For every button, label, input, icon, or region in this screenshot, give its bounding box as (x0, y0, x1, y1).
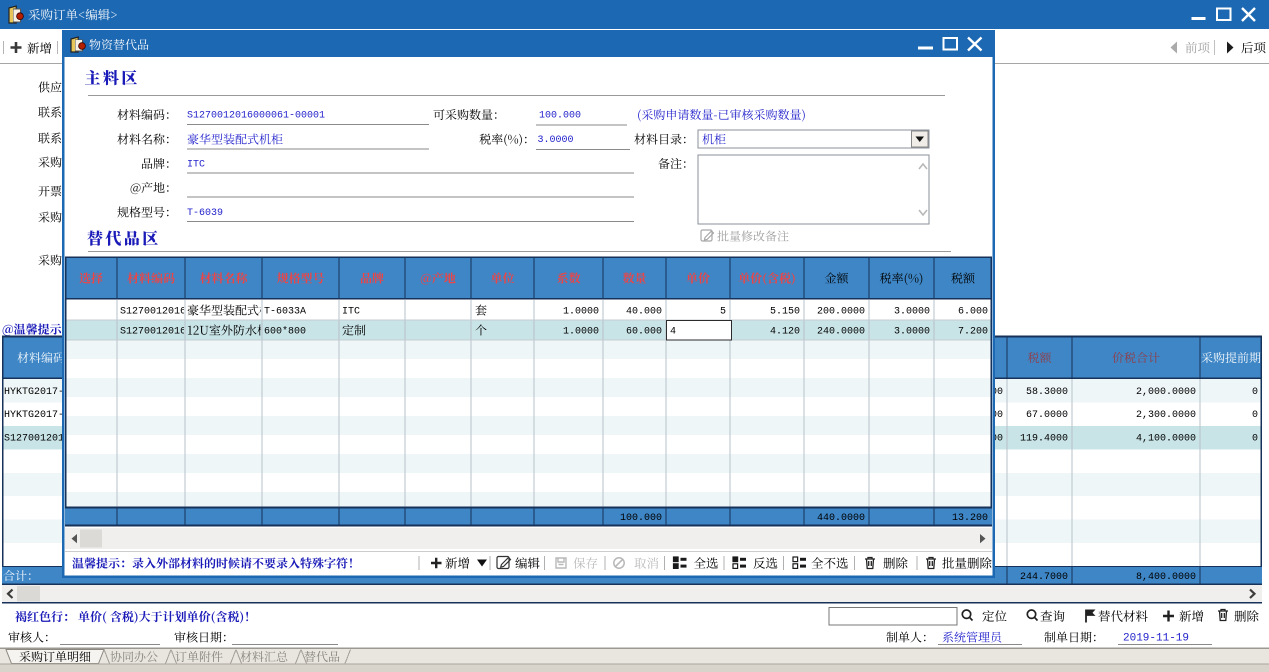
svg-text:244.7000: 244.7000 (1020, 572, 1068, 583)
svg-text:5.150: 5.150 (770, 307, 800, 318)
svg-text:58.3000: 58.3000 (1026, 387, 1068, 398)
svg-text:100.000: 100.000 (620, 513, 662, 524)
svg-text:5: 5 (720, 307, 726, 318)
svg-text:4,100.0000: 4,100.0000 (1136, 434, 1196, 445)
svg-text:6.000: 6.000 (958, 307, 988, 318)
svg-text:0: 0 (1252, 410, 1258, 421)
svg-text:3.0000: 3.0000 (894, 307, 930, 318)
svg-text:0: 0 (1252, 434, 1258, 445)
svg-text:119.4000: 119.4000 (1020, 434, 1068, 445)
svg-text:100.000: 100.000 (539, 111, 581, 122)
svg-text:1.0000: 1.0000 (563, 327, 599, 338)
svg-text:0: 0 (1252, 387, 1258, 398)
svg-text:13.200: 13.200 (952, 513, 988, 524)
svg-text:T-6039: T-6039 (187, 208, 223, 219)
svg-text:1.0000: 1.0000 (563, 307, 599, 318)
svg-text:3.0000: 3.0000 (894, 327, 930, 338)
svg-text:2019-11-19: 2019-11-19 (1123, 632, 1189, 644)
svg-text:2,300.0000: 2,300.0000 (1136, 410, 1196, 421)
svg-text:200.0000: 200.0000 (817, 307, 865, 318)
svg-text:ITC: ITC (187, 160, 205, 171)
svg-text:67.0000: 67.0000 (1026, 410, 1068, 421)
svg-text:440.0000: 440.0000 (817, 513, 865, 524)
svg-text:7.200: 7.200 (958, 327, 988, 338)
svg-text:240.0000: 240.0000 (817, 327, 865, 338)
svg-text:2,000.0000: 2,000.0000 (1136, 387, 1196, 398)
svg-text:4.120: 4.120 (770, 327, 800, 338)
svg-text:3.0000: 3.0000 (538, 135, 574, 146)
svg-text:T-6033A: T-6033A (264, 307, 306, 318)
svg-text:S1270012016000061-00001: S1270012016000061-00001 (187, 111, 325, 122)
svg-text:4: 4 (670, 327, 676, 338)
svg-text:60.000: 60.000 (626, 327, 662, 338)
svg-text:600*800: 600*800 (264, 326, 306, 338)
svg-text:40.000: 40.000 (626, 307, 662, 318)
svg-text:ITC: ITC (342, 307, 360, 318)
svg-text:8,400.0000: 8,400.0000 (1136, 572, 1196, 583)
